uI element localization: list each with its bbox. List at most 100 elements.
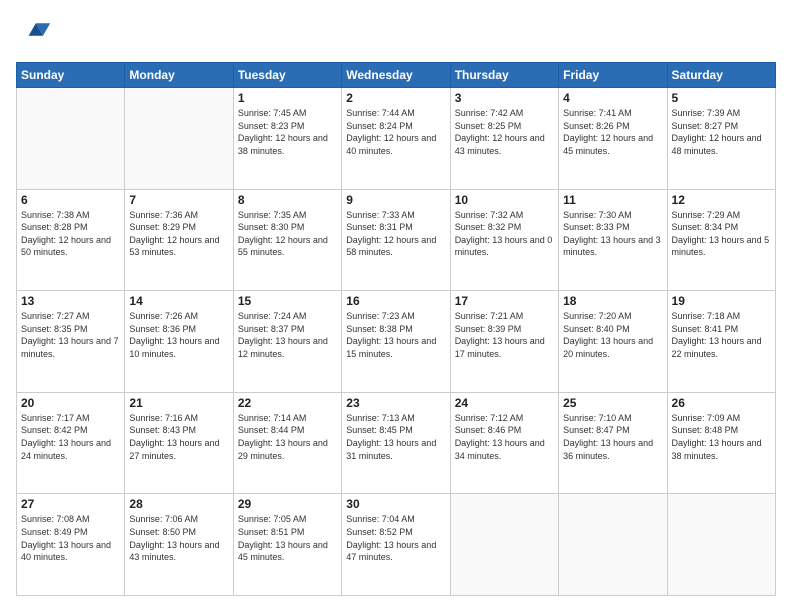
- calendar-week-row: 1Sunrise: 7:45 AM Sunset: 8:23 PM Daylig…: [17, 88, 776, 190]
- calendar-day-header: Thursday: [450, 63, 558, 88]
- calendar-cell: 30 Sunrise: 7:04 AM Sunset: 8:52 PM Dayli…: [342, 494, 450, 596]
- cell-day-number: 29: [238, 497, 337, 511]
- calendar-cell: 11Sunrise: 7:30 AM Sunset: 8:33 PM Dayli…: [559, 189, 667, 291]
- cell-info: Sunrise: 7:30 AM Sunset: 8:33 PM Dayligh…: [563, 209, 662, 259]
- calendar-cell: 4 Sunrise: 7:41 AM Sunset: 8:26 PM Daylig…: [559, 88, 667, 190]
- cell-info: Sunrise: 7:04 AM Sunset: 8:52 PM Dayligh…: [346, 513, 445, 563]
- cell-day-number: 6: [21, 193, 120, 207]
- calendar-cell: 6Sunrise: 7:38 AM Sunset: 8:28 PM Daylig…: [17, 189, 125, 291]
- calendar-cell: 26 Sunrise: 7:09 AM Sunset: 8:48 PM Dayli…: [667, 392, 775, 494]
- calendar-cell: [559, 494, 667, 596]
- calendar-cell: 21 Sunrise: 7:16 AM Sunset: 8:43 PM Dayli…: [125, 392, 233, 494]
- cell-info: Sunrise: 7:29 AM Sunset: 8:34 PM Dayligh…: [672, 209, 771, 259]
- cell-day-number: 19: [672, 294, 771, 308]
- cell-day-number: 16: [346, 294, 445, 308]
- cell-info: Sunrise: 7:21 AM Sunset: 8:39 PM Dayligh…: [455, 310, 554, 360]
- calendar-cell: 12Sunrise: 7:29 AM Sunset: 8:34 PM Dayli…: [667, 189, 775, 291]
- cell-day-number: 22: [238, 396, 337, 410]
- cell-info: Sunrise: 7:39 AM Sunset: 8:27 PM Dayligh…: [672, 107, 771, 157]
- calendar-day-header: Wednesday: [342, 63, 450, 88]
- calendar-cell: 3 Sunrise: 7:42 AM Sunset: 8:25 PM Daylig…: [450, 88, 558, 190]
- calendar-cell: 8 Sunrise: 7:35 AM Sunset: 8:30 PM Daylig…: [233, 189, 341, 291]
- cell-info: Sunrise: 7:35 AM Sunset: 8:30 PM Dayligh…: [238, 209, 337, 259]
- cell-day-number: 10: [455, 193, 554, 207]
- cell-day-number: 18: [563, 294, 662, 308]
- cell-info: Sunrise: 7:05 AM Sunset: 8:51 PM Dayligh…: [238, 513, 337, 563]
- cell-day-number: 9: [346, 193, 445, 207]
- cell-info: Sunrise: 7:24 AM Sunset: 8:37 PM Dayligh…: [238, 310, 337, 360]
- calendar-cell: 29 Sunrise: 7:05 AM Sunset: 8:51 PM Dayli…: [233, 494, 341, 596]
- calendar-cell: 7Sunrise: 7:36 AM Sunset: 8:29 PM Daylig…: [125, 189, 233, 291]
- cell-info: Sunrise: 7:17 AM Sunset: 8:42 PM Dayligh…: [21, 412, 120, 462]
- cell-info: Sunrise: 7:23 AM Sunset: 8:38 PM Dayligh…: [346, 310, 445, 360]
- calendar-week-row: 13 Sunrise: 7:27 AM Sunset: 8:35 PM Dayli…: [17, 291, 776, 393]
- cell-info: Sunrise: 7:18 AM Sunset: 8:41 PM Dayligh…: [672, 310, 771, 360]
- cell-info: Sunrise: 7:32 AM Sunset: 8:32 PM Dayligh…: [455, 209, 554, 259]
- cell-info: Sunrise: 7:42 AM Sunset: 8:25 PM Dayligh…: [455, 107, 554, 157]
- calendar-cell: 18 Sunrise: 7:20 AM Sunset: 8:40 PM Dayli…: [559, 291, 667, 393]
- calendar-cell: [667, 494, 775, 596]
- calendar-day-header: Friday: [559, 63, 667, 88]
- logo: [16, 16, 56, 52]
- calendar-day-header: Monday: [125, 63, 233, 88]
- cell-day-number: 2: [346, 91, 445, 105]
- calendar-day-header: Tuesday: [233, 63, 341, 88]
- cell-info: Sunrise: 7:44 AM Sunset: 8:24 PM Dayligh…: [346, 107, 445, 157]
- calendar-day-header: Sunday: [17, 63, 125, 88]
- calendar-cell: 19 Sunrise: 7:18 AM Sunset: 8:41 PM Dayli…: [667, 291, 775, 393]
- cell-info: Sunrise: 7:09 AM Sunset: 8:48 PM Dayligh…: [672, 412, 771, 462]
- page: SundayMondayTuesdayWednesdayThursdayFrid…: [0, 0, 792, 612]
- calendar-cell: 17 Sunrise: 7:21 AM Sunset: 8:39 PM Dayli…: [450, 291, 558, 393]
- cell-info: Sunrise: 7:41 AM Sunset: 8:26 PM Dayligh…: [563, 107, 662, 157]
- cell-info: Sunrise: 7:08 AM Sunset: 8:49 PM Dayligh…: [21, 513, 120, 563]
- calendar-cell: 20Sunrise: 7:17 AM Sunset: 8:42 PM Dayli…: [17, 392, 125, 494]
- cell-info: Sunrise: 7:33 AM Sunset: 8:31 PM Dayligh…: [346, 209, 445, 259]
- cell-info: Sunrise: 7:14 AM Sunset: 8:44 PM Dayligh…: [238, 412, 337, 462]
- calendar-cell: 23Sunrise: 7:13 AM Sunset: 8:45 PM Dayli…: [342, 392, 450, 494]
- cell-info: Sunrise: 7:26 AM Sunset: 8:36 PM Dayligh…: [129, 310, 228, 360]
- calendar-cell: 28 Sunrise: 7:06 AM Sunset: 8:50 PM Dayli…: [125, 494, 233, 596]
- cell-day-number: 13: [21, 294, 120, 308]
- cell-day-number: 25: [563, 396, 662, 410]
- cell-day-number: 28: [129, 497, 228, 511]
- cell-day-number: 3: [455, 91, 554, 105]
- cell-day-number: 8: [238, 193, 337, 207]
- cell-info: Sunrise: 7:12 AM Sunset: 8:46 PM Dayligh…: [455, 412, 554, 462]
- calendar-cell: [125, 88, 233, 190]
- calendar-cell: 16 Sunrise: 7:23 AM Sunset: 8:38 PM Dayli…: [342, 291, 450, 393]
- calendar-week-row: 27 Sunrise: 7:08 AM Sunset: 8:49 PM Dayli…: [17, 494, 776, 596]
- cell-info: Sunrise: 7:36 AM Sunset: 8:29 PM Dayligh…: [129, 209, 228, 259]
- cell-day-number: 24: [455, 396, 554, 410]
- calendar-cell: 15 Sunrise: 7:24 AM Sunset: 8:37 PM Dayli…: [233, 291, 341, 393]
- calendar-cell: 9 Sunrise: 7:33 AM Sunset: 8:31 PM Daylig…: [342, 189, 450, 291]
- calendar-cell: 14 Sunrise: 7:26 AM Sunset: 8:36 PM Dayli…: [125, 291, 233, 393]
- cell-day-number: 23: [346, 396, 445, 410]
- cell-info: Sunrise: 7:45 AM Sunset: 8:23 PM Dayligh…: [238, 107, 337, 157]
- cell-day-number: 26: [672, 396, 771, 410]
- cell-day-number: 15: [238, 294, 337, 308]
- cell-day-number: 14: [129, 294, 228, 308]
- calendar-cell: 22 Sunrise: 7:14 AM Sunset: 8:44 PM Dayli…: [233, 392, 341, 494]
- calendar-cell: 27 Sunrise: 7:08 AM Sunset: 8:49 PM Dayli…: [17, 494, 125, 596]
- logo-icon: [16, 16, 52, 52]
- calendar-cell: [17, 88, 125, 190]
- cell-info: Sunrise: 7:06 AM Sunset: 8:50 PM Dayligh…: [129, 513, 228, 563]
- cell-info: Sunrise: 7:16 AM Sunset: 8:43 PM Dayligh…: [129, 412, 228, 462]
- calendar-cell: 2 Sunrise: 7:44 AM Sunset: 8:24 PM Daylig…: [342, 88, 450, 190]
- cell-day-number: 4: [563, 91, 662, 105]
- calendar-table: SundayMondayTuesdayWednesdayThursdayFrid…: [16, 62, 776, 596]
- cell-day-number: 30: [346, 497, 445, 511]
- calendar-cell: 10 Sunrise: 7:32 AM Sunset: 8:32 PM Dayli…: [450, 189, 558, 291]
- cell-day-number: 5: [672, 91, 771, 105]
- header: [16, 16, 776, 52]
- cell-day-number: 21: [129, 396, 228, 410]
- cell-info: Sunrise: 7:20 AM Sunset: 8:40 PM Dayligh…: [563, 310, 662, 360]
- cell-day-number: 27: [21, 497, 120, 511]
- calendar-cell: 24 Sunrise: 7:12 AM Sunset: 8:46 PM Dayli…: [450, 392, 558, 494]
- calendar-week-row: 20Sunrise: 7:17 AM Sunset: 8:42 PM Dayli…: [17, 392, 776, 494]
- calendar-day-header: Saturday: [667, 63, 775, 88]
- calendar-cell: 5 Sunrise: 7:39 AM Sunset: 8:27 PM Daylig…: [667, 88, 775, 190]
- cell-day-number: 17: [455, 294, 554, 308]
- calendar-cell: [450, 494, 558, 596]
- cell-info: Sunrise: 7:27 AM Sunset: 8:35 PM Dayligh…: [21, 310, 120, 360]
